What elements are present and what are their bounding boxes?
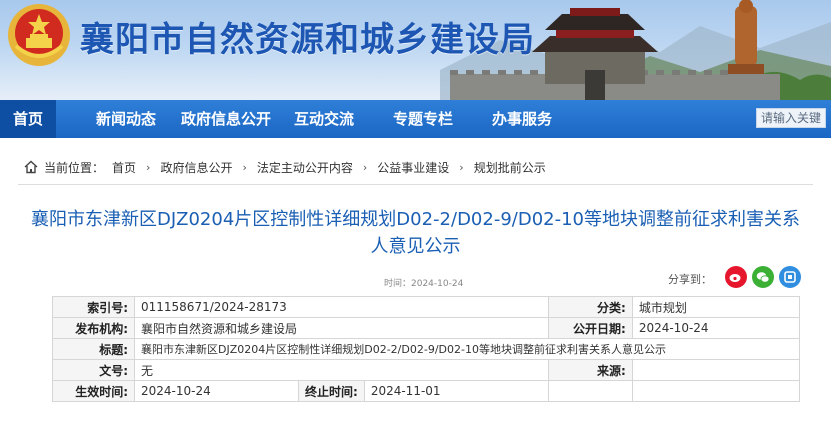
publisher-value: 襄阳市自然资源和城乡建设局 [134,317,549,339]
qzone-icon[interactable] [779,266,801,288]
title-label: 标题: [52,338,135,360]
breadcrumb-item-gov-info[interactable]: 政府信息公开 [160,159,232,176]
publish-time: 时间：2024-10-24 [384,279,464,289]
wechat-icon[interactable] [752,266,774,288]
chevron-right-icon: › [146,160,151,174]
effective-label: 生效时间: [52,380,135,402]
nav-item-gov-info[interactable]: 政府信息公开 [181,100,271,138]
public-date-label: 公开日期: [547,317,633,339]
breadcrumb-item-public-welfare[interactable]: 公益事业建设 [377,159,449,176]
index-label: 索引号: [52,296,135,318]
category-label: 分类: [547,296,633,318]
info-table: 索引号: 011158671/2024-28173 分类: 城市规划 发布机构:… [52,296,800,402]
nav-item-interaction[interactable]: 互动交流 [294,100,354,138]
search-input[interactable]: 请输入关键 [756,108,826,128]
home-icon [24,160,38,174]
breadcrumb-item-home[interactable]: 首页 [112,159,136,176]
docno-value: 无 [134,359,549,381]
nav-item-topics[interactable]: 专题专栏 [393,100,453,138]
index-value: 011158671/2024-28173 [134,296,549,318]
publisher-label: 发布机构: [52,317,135,339]
table-row: 发布机构: 襄阳市自然资源和城乡建设局 公开日期: 2024-10-24 [52,317,800,339]
title-value: 襄阳市东津新区DJZ0204片区控制性详细规划D02-2/D02-9/D02-1… [134,338,800,360]
nav-item-services[interactable]: 办事服务 [492,100,552,138]
divider [18,184,813,185]
header-banner: 襄阳市自然资源和城乡建设局 [0,0,831,100]
empty-cell [631,380,800,402]
share-label: 分享到： [668,273,712,286]
category-value: 城市规划 [631,296,800,318]
docno-label: 文号: [52,359,135,381]
breadcrumb: 当前位置： 首页 › 政府信息公开 › 法定主动公开内容 › 公益事业建设 › … [24,158,546,176]
weibo-icon[interactable] [725,266,747,288]
table-row: 索引号: 011158671/2024-28173 分类: 城市规划 [52,296,800,318]
empty-cell [547,380,633,402]
national-emblem-icon [8,4,70,66]
chevron-right-icon: › [242,160,247,174]
public-date-value: 2024-10-24 [631,317,800,339]
breadcrumb-prefix: 当前位置： [44,160,105,175]
table-row: 标题: 襄阳市东津新区DJZ0204片区控制性详细规划D02-2/D02-9/D… [52,338,800,360]
page-title: 襄阳市东津新区DJZ0204片区控制性详细规划D02-2/D02-9/D02-1… [30,209,801,257]
breadcrumb-item-planning[interactable]: 规划批前公示 [474,159,546,176]
end-value: 2024-11-01 [363,380,549,402]
source-value [631,359,800,381]
table-row: 生效时间: 2024-10-24 终止时间: 2024-11-01 [52,380,800,402]
breadcrumb-item-mandatory[interactable]: 法定主动公开内容 [257,159,353,176]
effective-value: 2024-10-24 [134,380,299,402]
nav-item-home[interactable]: 首页 [0,100,56,138]
site-title: 襄阳市自然资源和城乡建设局 [80,20,535,60]
chevron-right-icon: › [362,160,368,174]
end-label: 终止时间: [298,380,365,402]
main-nav: 首页 新闻动态 政府信息公开 互动交流 专题专栏 办事服务 [0,100,831,138]
chevron-right-icon: › [459,160,464,174]
source-label: 来源: [547,359,633,381]
table-row: 文号: 无 来源: [52,359,800,381]
nav-item-news[interactable]: 新闻动态 [96,100,156,138]
